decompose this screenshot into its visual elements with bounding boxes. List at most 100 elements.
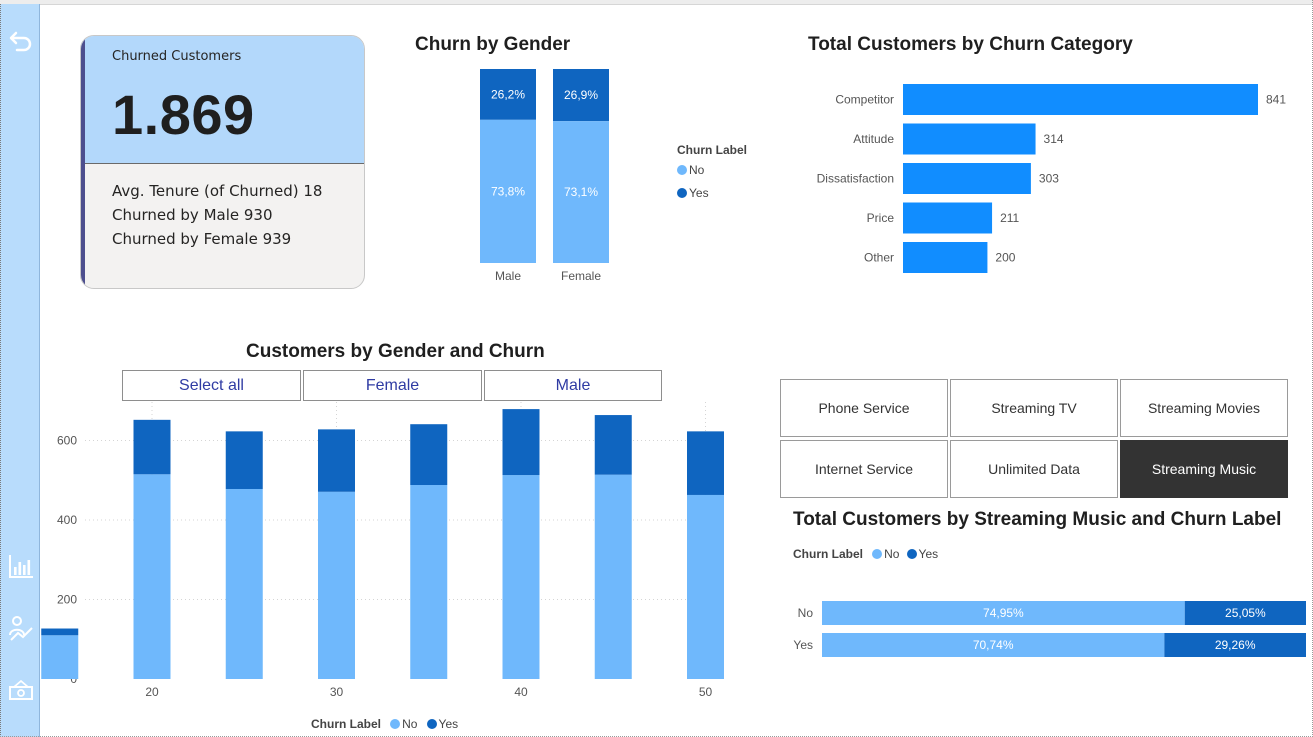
bar-yes-age-25[interactable]: [225, 431, 263, 489]
legend-dot-no: [872, 549, 883, 559]
tile-streaming-tv[interactable]: Streaming TV: [950, 379, 1118, 437]
x-tick-label: 50: [699, 685, 713, 699]
legend-title: Churn Label: [311, 717, 382, 731]
kpi-line-female: Churned by Female 939: [112, 230, 292, 248]
legend-label-no: No: [689, 163, 705, 177]
bar-price[interactable]: [903, 202, 993, 234]
kpi-label: Churned Customers: [112, 49, 242, 64]
bar-no-age-50[interactable]: [687, 494, 724, 679]
y-tick-label: 400: [57, 513, 77, 527]
y-tick-label: Dissatisfaction: [817, 172, 894, 186]
tile-streaming-music[interactable]: Streaming Music: [1120, 440, 1288, 498]
legend-item-yes[interactable]: Yes: [426, 717, 459, 731]
bar-yes-age-20[interactable]: [133, 419, 171, 475]
legend-item-yes[interactable]: Yes: [906, 547, 938, 561]
legend-gender-and-churn: Churn Label No Yes: [311, 713, 458, 732]
slicer-female-button[interactable]: Female: [303, 370, 482, 401]
y-tick-label: Competitor: [835, 93, 894, 107]
y-tick-label: Yes: [793, 638, 813, 652]
bar-no-age-15[interactable]: [41, 635, 79, 679]
undo-icon[interactable]: [7, 27, 35, 55]
chart-streaming-music[interactable]: No 74,95% 25,05% Yes 70,74% 29,26%: [780, 595, 1310, 665]
x-tick-label: 30: [330, 685, 344, 699]
data-label-no: 73,1%: [564, 185, 598, 199]
bar-chart-icon[interactable]: [7, 552, 35, 580]
bar-dissatisfaction[interactable]: [903, 163, 1031, 194]
tile-streaming-movies[interactable]: Streaming Movies: [1120, 379, 1288, 437]
bar-yes-age-40[interactable]: [502, 409, 540, 476]
slicer-select-all-button[interactable]: Select all: [122, 370, 301, 401]
y-tick-label: 200: [57, 593, 77, 607]
data-label-yes: 26,2%: [491, 87, 525, 101]
bar-no-age-30[interactable]: [318, 491, 355, 679]
tile-phone-service[interactable]: Phone Service: [780, 379, 948, 437]
bar-no-age-35[interactable]: [410, 485, 448, 679]
data-label: 211: [1000, 211, 1019, 225]
legend-item-no[interactable]: No: [872, 547, 899, 561]
bar-no-age-20[interactable]: [133, 474, 171, 679]
legend-label-yes: Yes: [438, 717, 459, 731]
legend-streaming-music: Churn Label No Yes: [793, 543, 938, 562]
chart-title-streaming-music: Total Customers by Streaming Music and C…: [793, 509, 1282, 530]
legend-churn-by-gender: Churn Label No Yes: [677, 143, 747, 200]
legend-label-no: No: [884, 547, 900, 561]
bar-competitor[interactable]: [903, 84, 1258, 115]
y-tick-label: No: [798, 606, 814, 620]
legend-label-no: No: [402, 717, 418, 731]
nav-sidebar: [0, 4, 40, 737]
x-tick-label: Male: [495, 269, 521, 283]
data-label: 841: [1266, 93, 1286, 107]
data-label: 200: [995, 251, 1015, 265]
bar-yes-age-15[interactable]: [41, 628, 79, 636]
legend-dot-yes: [677, 188, 687, 198]
chart-churn-category[interactable]: Competitor 841 Attitude 314 Dissatisfaction 3…: [790, 78, 1300, 278]
bar-no-age-25[interactable]: [225, 488, 263, 679]
bar-yes-age-35[interactable]: [410, 424, 448, 486]
y-tick-label: Other: [864, 251, 894, 265]
data-label: 314: [1044, 132, 1064, 146]
tile-unlimited-data[interactable]: Unlimited Data: [950, 440, 1118, 498]
window-top-border: [0, 0, 1313, 5]
legend-title: Churn Label: [677, 143, 748, 157]
bar-yes-age-45[interactable]: [594, 415, 632, 475]
person-chart-icon[interactable]: [7, 614, 35, 642]
chart-title-churn-by-gender: Churn by Gender: [415, 34, 571, 55]
kpi-accent-bar: [81, 36, 85, 288]
bar-no-age-45[interactable]: [594, 474, 632, 679]
kpi-value: 1.869: [112, 83, 255, 146]
data-label-no: 74,95%: [983, 606, 1024, 620]
data-label-yes: 29,26%: [1215, 638, 1256, 652]
chart-churn-by-gender[interactable]: 26,2% 73,8% Male 26,9% 73,1% Female: [460, 60, 640, 295]
bar-yes-age-30[interactable]: [318, 429, 355, 492]
money-icon[interactable]: [7, 676, 35, 704]
legend-item-yes[interactable]: Yes: [677, 186, 747, 200]
chart-title-churn-category: Total Customers by Churn Category: [808, 34, 1133, 55]
kpi-header: Churned Customers 1.869: [81, 36, 364, 164]
legend-dot-yes: [906, 549, 917, 559]
kpi-card-churned-customers: Churned Customers 1.869 Avg. Tenure (of …: [80, 35, 365, 289]
data-label: 303: [1039, 172, 1059, 186]
chart-gender-and-churn[interactable]: 020040060020304050607080: [40, 400, 740, 705]
legend-dot-no: [677, 165, 687, 175]
legend-item-no[interactable]: No: [677, 163, 747, 177]
chart-title-gender-and-churn: Customers by Gender and Churn: [246, 341, 545, 362]
data-label-yes: 26,9%: [564, 88, 598, 102]
bar-no-age-40[interactable]: [502, 475, 540, 679]
y-tick-label: Price: [867, 211, 895, 225]
legend-title: Churn Label: [793, 547, 864, 561]
data-label-no: 73,8%: [491, 184, 525, 198]
slicer-male-button[interactable]: Male: [484, 370, 662, 401]
bar-other[interactable]: [903, 242, 988, 273]
legend-dot-yes: [426, 719, 437, 729]
legend-label-yes: Yes: [689, 186, 709, 200]
data-label-no: 70,74%: [973, 638, 1014, 652]
x-tick-label: 40: [514, 685, 528, 699]
legend-dot-no: [390, 719, 401, 729]
x-tick-label: 20: [145, 685, 159, 699]
tile-internet-service[interactable]: Internet Service: [780, 440, 948, 498]
bar-attitude[interactable]: [903, 123, 1036, 155]
legend-item-no[interactable]: No: [390, 717, 417, 731]
kpi-details: Avg. Tenure (of Churned) 18 Churned by M…: [112, 179, 322, 251]
bar-yes-age-50[interactable]: [687, 431, 724, 495]
kpi-line-avg-tenure: Avg. Tenure (of Churned) 18: [112, 182, 323, 200]
